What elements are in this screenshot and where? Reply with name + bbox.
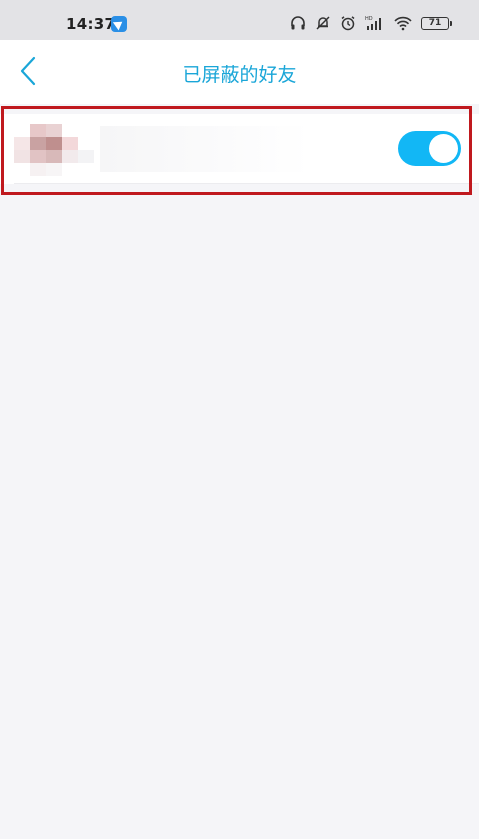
- status-icons: HD 71: [290, 12, 452, 34]
- status-time: 14:37: [66, 15, 116, 33]
- paper-plane-icon: [111, 16, 127, 32]
- avatar: [14, 124, 94, 176]
- hd-signal-icon: HD: [365, 15, 385, 31]
- toggle-knob: [429, 134, 458, 163]
- notification-off-icon: [315, 15, 331, 31]
- blocked-friends-list: [0, 114, 479, 184]
- headset-icon: [290, 15, 306, 31]
- status-bar: 14:37 HD 71: [0, 0, 479, 40]
- friend-name: [100, 126, 310, 172]
- alarm-icon: [340, 15, 356, 31]
- svg-text:HD: HD: [365, 16, 373, 22]
- block-toggle[interactable]: [398, 131, 461, 166]
- row-divider: [14, 183, 479, 184]
- page-title: 已屏蔽的好友: [182, 64, 297, 86]
- wifi-icon: [394, 15, 412, 31]
- battery-indicator: 71: [421, 16, 452, 30]
- nav-bar: 已屏蔽的好友: [0, 40, 479, 104]
